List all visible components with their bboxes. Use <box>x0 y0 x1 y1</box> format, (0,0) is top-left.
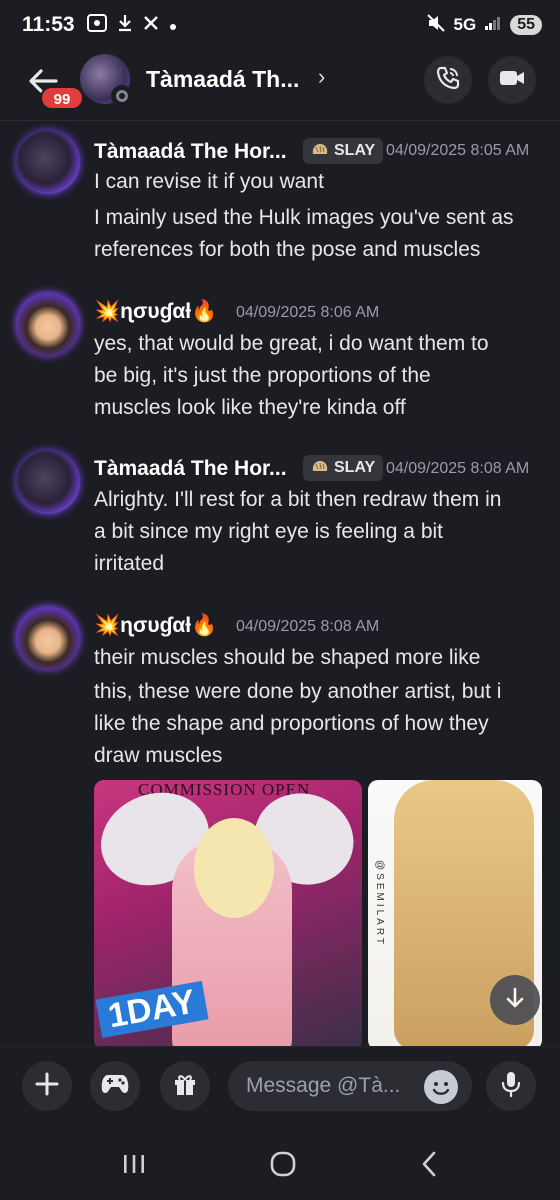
status-right: 5G 55 <box>426 13 542 37</box>
video-call-button[interactable] <box>488 56 536 104</box>
gift-icon <box>172 1071 198 1102</box>
explosion-emoji: 💥 <box>94 614 121 637</box>
explosion-emoji: 💥 <box>94 300 121 323</box>
message-author[interactable]: Tàmaadá The Hor... <box>94 140 287 164</box>
system-nav-bar <box>0 1132 560 1200</box>
voice-message-button[interactable] <box>486 1061 536 1111</box>
network-label: 5G <box>453 15 477 34</box>
message-text: I mainly used the Hulk images you've sen… <box>94 206 514 229</box>
role-tag[interactable]: SLAY <box>303 455 384 481</box>
arrow-down-icon <box>503 986 527 1015</box>
bread-icon <box>311 459 329 478</box>
chevron-right-icon[interactable]: › <box>318 64 325 90</box>
header-divider <box>0 120 560 121</box>
message-text: Alrighty. I'll rest for a bit then redra… <box>94 488 502 511</box>
role-tag-label: SLAY <box>334 459 376 476</box>
message-composer: Message @Tà... <box>0 1046 560 1132</box>
message-author[interactable]: Tàmaadá The Hor... <box>94 457 287 481</box>
conversation-title[interactable]: Tàmaadá Th... <box>146 66 299 93</box>
message-text: their muscles should be shaped more like <box>94 646 481 669</box>
image-attachment[interactable]: COMMISSION OPEN 1DAY <box>94 780 362 1050</box>
message-text: a bit since my right eye is feeling a bi… <box>94 520 444 543</box>
phone-icon <box>435 65 461 96</box>
download-icon <box>117 14 133 37</box>
home-icon[interactable] <box>269 1150 297 1183</box>
activities-button[interactable] <box>90 1061 140 1111</box>
emoji-button[interactable] <box>424 1070 458 1104</box>
gift-button[interactable] <box>160 1061 210 1111</box>
message-text: like the shape and proportions of how th… <box>94 712 489 735</box>
message-text: draw muscles <box>94 744 223 767</box>
message-timestamp: 04/09/2025 8:08 AM <box>386 460 530 477</box>
scroll-to-bottom-button[interactable] <box>490 975 540 1025</box>
role-tag[interactable]: SLAY <box>303 138 384 164</box>
avatar[interactable] <box>16 292 80 356</box>
message-timestamp: 04/09/2025 8:05 AM <box>386 142 530 159</box>
fire-emoji: 🔥 <box>191 614 218 637</box>
battery-indicator: 55 <box>510 15 542 35</box>
message-author[interactable]: 💥ɳσυɠαƚ🔥 <box>94 614 217 638</box>
message-text: be big, it's just the proportions of the <box>94 364 431 387</box>
message-text: muscles look like they're kinda off <box>94 396 406 419</box>
message-text: irritated <box>94 552 165 575</box>
back-nav-icon[interactable] <box>419 1150 439 1183</box>
message-timestamp: 04/09/2025 8:06 AM <box>236 304 380 321</box>
message-timestamp: 04/09/2025 8:08 AM <box>236 618 380 635</box>
status-bar: 11:53 5G 55 <box>0 0 560 50</box>
offline-status-icon <box>111 85 133 107</box>
message-text: I can revise it if you want <box>94 170 324 193</box>
gamepad-icon <box>100 1073 130 1100</box>
recent-apps-icon[interactable] <box>121 1152 147 1181</box>
status-time: 11:53 <box>22 13 75 36</box>
avatar[interactable] <box>16 130 80 194</box>
mute-icon <box>426 13 446 37</box>
message-author[interactable]: 💥ɳσυɠαƚ🔥 <box>94 300 217 324</box>
illustration-hair <box>194 818 274 918</box>
plus-icon <box>34 1071 60 1102</box>
dot-icon <box>169 15 177 36</box>
message-text: references for both the pose and muscles <box>94 238 481 261</box>
x-app-icon <box>143 15 159 36</box>
artist-watermark: @SEMILART <box>374 860 385 947</box>
microphone-icon <box>499 1070 523 1103</box>
message-text: yes, that would be great, i do want them… <box>94 332 489 355</box>
smiley-icon <box>424 1082 458 1108</box>
notification-icons <box>86 13 177 37</box>
bread-icon <box>311 142 329 161</box>
avatar[interactable] <box>16 606 80 670</box>
video-camera-icon <box>499 68 525 93</box>
screenshot-icon <box>86 13 107 37</box>
message-text: this, these were done by another artist,… <box>94 680 502 703</box>
add-attachment-button[interactable] <box>22 1061 72 1111</box>
signal-icon <box>484 15 502 36</box>
role-tag-label: SLAY <box>334 142 376 159</box>
fire-emoji: 🔥 <box>191 300 218 323</box>
voice-call-button[interactable] <box>424 56 472 104</box>
unread-count-badge: 99 <box>40 86 84 110</box>
avatar[interactable] <box>16 450 80 514</box>
